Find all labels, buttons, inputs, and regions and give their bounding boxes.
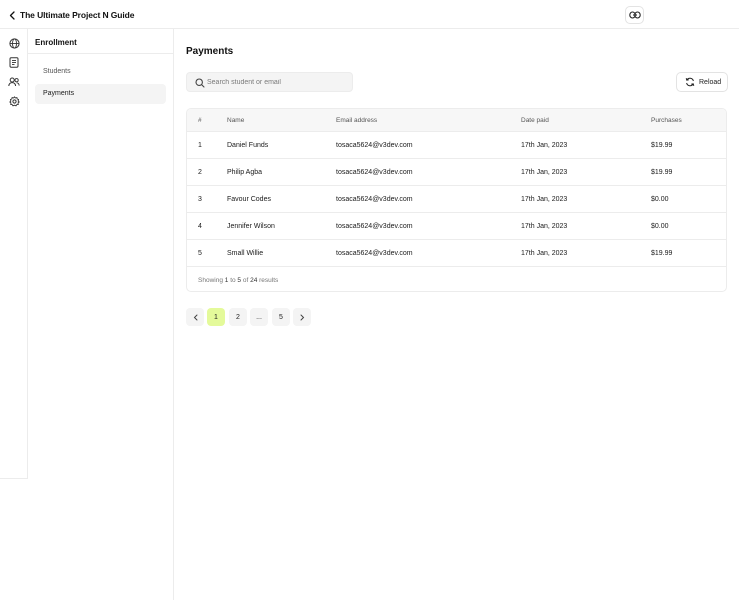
subnav-title: Enrollment bbox=[35, 38, 77, 47]
row-number: 4 bbox=[198, 223, 202, 230]
subnav-item-students[interactable]: Students bbox=[35, 62, 166, 82]
row-name: Small Willie bbox=[227, 250, 264, 257]
column-header-date-paid: Date paid bbox=[521, 117, 549, 124]
reload-label: Reload bbox=[699, 78, 722, 86]
search-icon bbox=[195, 78, 205, 88]
results-total: 24 bbox=[250, 277, 258, 284]
enrollment-subnav: Enrollment Students Payments bbox=[28, 29, 174, 600]
app-title: The Ultimate Project N Guide bbox=[20, 10, 135, 20]
results-prefix: Showing bbox=[198, 277, 223, 284]
copy-link-button[interactable] bbox=[625, 6, 644, 24]
row-name: Philip Agba bbox=[227, 169, 263, 176]
main-content: Payments Reload # Name Email address Dat… bbox=[174, 29, 739, 600]
results-suffix: results bbox=[259, 277, 279, 284]
row-date-paid: 17th Jan, 2023 bbox=[521, 169, 568, 176]
users-icon[interactable] bbox=[8, 76, 20, 88]
row-name: Daniel Funds bbox=[227, 142, 269, 149]
row-purchases: $19.99 bbox=[651, 169, 673, 176]
refresh-icon bbox=[685, 77, 695, 87]
page-button-1[interactable]: 1 bbox=[207, 308, 225, 326]
globe-icon[interactable] bbox=[8, 37, 20, 49]
table-row[interactable]: 4 Jennifer Wilson tosaca5624@v3dev.com 1… bbox=[187, 213, 726, 240]
top-bar: The Ultimate Project N Guide bbox=[0, 0, 739, 29]
chevron-left-icon bbox=[9, 10, 15, 20]
prev-page-button[interactable] bbox=[186, 308, 204, 326]
divider bbox=[28, 53, 174, 54]
page-ellipsis: ... bbox=[250, 308, 268, 326]
column-header-name: Name bbox=[227, 117, 245, 124]
table-row[interactable]: 1 Daniel Funds tosaca5624@v3dev.com 17th… bbox=[187, 132, 726, 159]
row-purchases: $0.00 bbox=[651, 223, 669, 230]
table-row[interactable]: 3 Favour Codes tosaca5624@v3dev.com 17th… bbox=[187, 186, 726, 213]
icon-rail bbox=[0, 29, 28, 479]
next-page-button[interactable] bbox=[293, 308, 311, 326]
row-date-paid: 17th Jan, 2023 bbox=[521, 142, 568, 149]
search-input[interactable] bbox=[207, 73, 347, 91]
row-email: tosaca5624@v3dev.com bbox=[336, 196, 413, 203]
chevron-right-icon bbox=[300, 314, 304, 320]
back-button[interactable] bbox=[7, 9, 17, 21]
page-button-5[interactable]: 5 bbox=[272, 308, 290, 326]
page-button-2[interactable]: 2 bbox=[229, 308, 247, 326]
results-summary: Showing 1 to 5 of 24 results bbox=[198, 277, 278, 284]
row-number: 1 bbox=[198, 142, 202, 149]
payments-table: # Name Email address Date paid Purchases… bbox=[186, 108, 727, 292]
search-box[interactable] bbox=[186, 72, 353, 92]
row-email: tosaca5624@v3dev.com bbox=[336, 250, 413, 257]
row-number: 2 bbox=[198, 169, 202, 176]
row-date-paid: 17th Jan, 2023 bbox=[521, 223, 568, 230]
table-row[interactable]: 5 Small Willie tosaca5624@v3dev.com 17th… bbox=[187, 240, 726, 267]
row-number: 3 bbox=[198, 196, 202, 203]
row-email: tosaca5624@v3dev.com bbox=[336, 142, 413, 149]
column-header-purchases: Purchases bbox=[651, 117, 682, 124]
results-to-word: to bbox=[230, 277, 236, 284]
row-number: 5 bbox=[198, 250, 202, 257]
gear-icon[interactable] bbox=[8, 95, 20, 107]
document-icon[interactable] bbox=[8, 56, 20, 68]
row-purchases: $0.00 bbox=[651, 196, 669, 203]
column-header-email: Email address bbox=[336, 117, 378, 124]
row-purchases: $19.99 bbox=[651, 250, 673, 257]
column-header-number: # bbox=[198, 117, 202, 124]
results-of-word: of bbox=[242, 277, 249, 284]
reload-button[interactable]: Reload bbox=[676, 72, 728, 92]
row-email: tosaca5624@v3dev.com bbox=[336, 169, 413, 176]
row-name: Jennifer Wilson bbox=[227, 223, 275, 230]
results-from: 1 bbox=[224, 277, 229, 284]
table-row[interactable]: 2 Philip Agba tosaca5624@v3dev.com 17th … bbox=[187, 159, 726, 186]
chevron-left-icon bbox=[193, 314, 197, 320]
row-date-paid: 17th Jan, 2023 bbox=[521, 196, 568, 203]
row-purchases: $19.99 bbox=[651, 142, 673, 149]
row-name: Favour Codes bbox=[227, 196, 271, 203]
row-date-paid: 17th Jan, 2023 bbox=[521, 250, 568, 257]
subnav-item-payments[interactable]: Payments bbox=[35, 84, 166, 104]
row-email: tosaca5624@v3dev.com bbox=[336, 223, 413, 230]
page-title: Payments bbox=[186, 46, 234, 57]
link-icon bbox=[628, 11, 641, 19]
table-header: # Name Email address Date paid Purchases bbox=[187, 109, 726, 132]
results-to: 5 bbox=[237, 277, 242, 284]
